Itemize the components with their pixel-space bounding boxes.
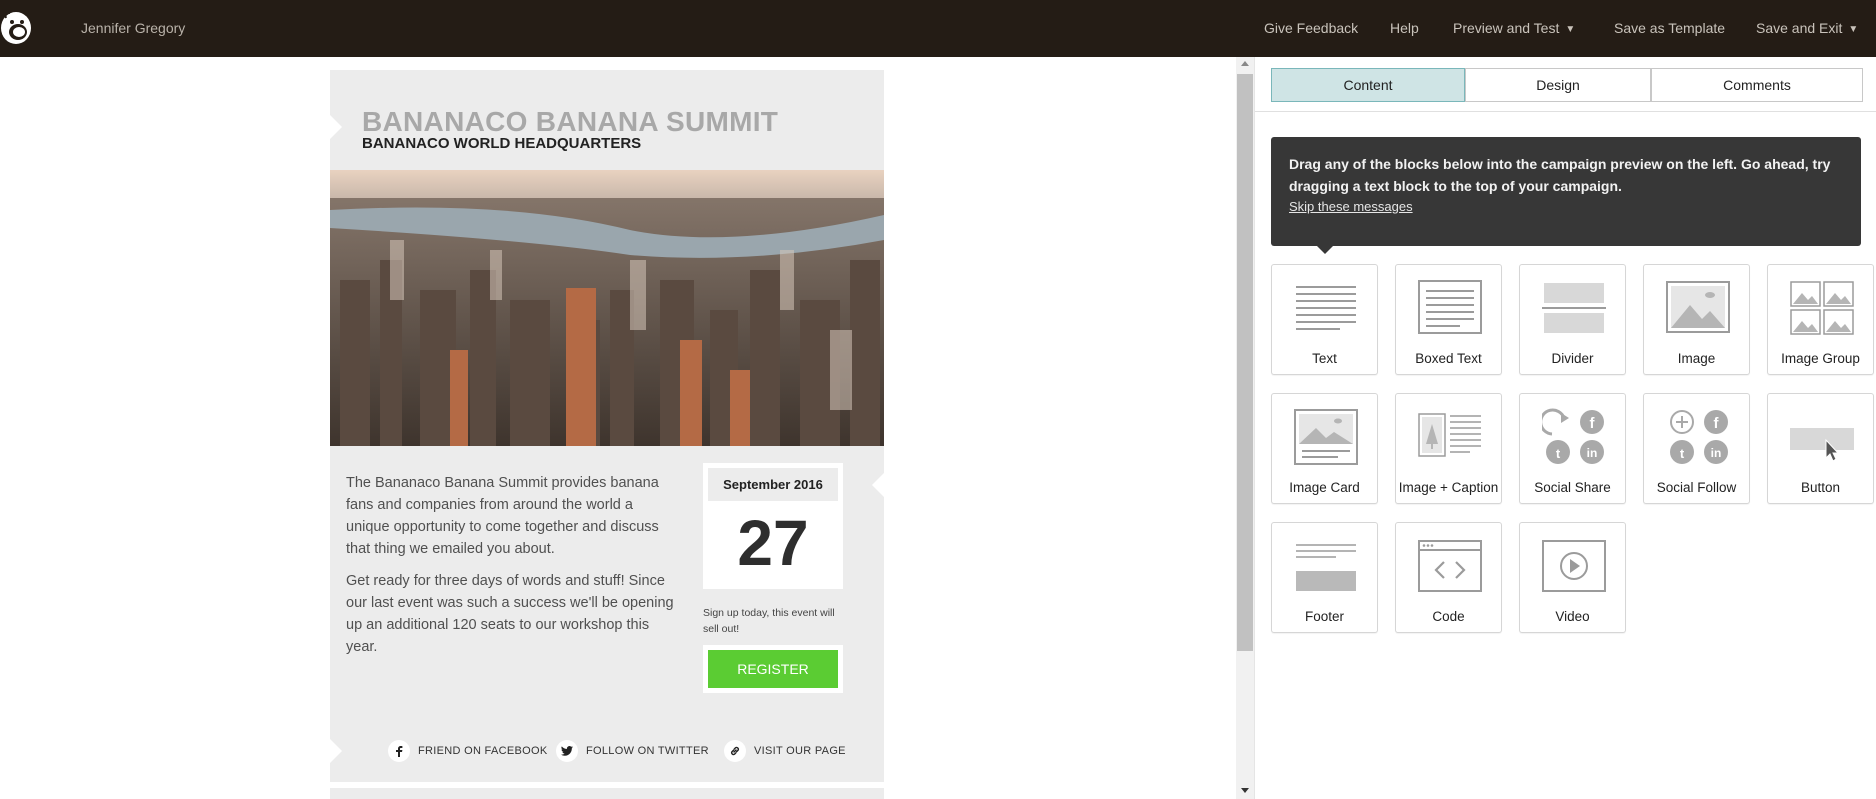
preview-and-test-menu[interactable]: Preview and Test ▼ xyxy=(1453,20,1575,36)
block-social-share[interactable]: f t in Social Share xyxy=(1519,393,1626,504)
date-card[interactable]: September 2016 27 xyxy=(703,463,843,589)
preview-and-test-label: Preview and Test xyxy=(1453,20,1560,36)
tab-content[interactable]: Content xyxy=(1271,68,1465,102)
video-icon xyxy=(1542,537,1606,595)
panel-tabs: Content Design Comments xyxy=(1271,68,1863,102)
facebook-icon xyxy=(388,740,410,762)
block-label: Image xyxy=(1677,351,1716,366)
skip-messages-link[interactable]: Skip these messages xyxy=(1289,199,1413,214)
body-paragraph: Get ready for three days of words and st… xyxy=(346,573,674,655)
block-divider[interactable]: Divider xyxy=(1519,264,1626,375)
block-label: Video xyxy=(1555,609,1590,624)
register-button[interactable]: REGISTER xyxy=(708,650,838,688)
save-and-exit-label: Save and Exit xyxy=(1756,20,1843,36)
block-label: Image + Caption xyxy=(1398,480,1499,495)
scroll-up-arrow-icon[interactable] xyxy=(1241,61,1249,66)
block-label: Social Share xyxy=(1534,480,1611,495)
block-label: Boxed Text xyxy=(1415,351,1482,366)
tip-message: Drag any of the blocks below into the ca… xyxy=(1271,137,1861,254)
scroll-down-arrow-icon[interactable] xyxy=(1241,788,1249,793)
user-name[interactable]: Jennifer Gregory xyxy=(81,20,185,36)
section-notch xyxy=(330,115,342,139)
block-label: Image Group xyxy=(1781,351,1860,366)
image-card-icon xyxy=(1294,408,1358,466)
body-text-block[interactable]: The Bananaco Banana Summit provides bana… xyxy=(346,472,674,668)
email-subtitle[interactable]: BANANACO WORLD HEADQUARTERS xyxy=(362,135,641,152)
code-icon xyxy=(1418,537,1482,595)
scrollbar-thumb[interactable] xyxy=(1237,74,1253,651)
help-link[interactable]: Help xyxy=(1390,20,1419,36)
image-icon xyxy=(1666,279,1730,337)
tab-design[interactable]: Design xyxy=(1465,68,1651,102)
save-as-template-link[interactable]: Save as Template xyxy=(1614,20,1725,36)
body-paragraph: The Bananaco Banana Summit provides bana… xyxy=(346,475,659,557)
social-share-icon: f t in xyxy=(1539,408,1606,466)
twitter-icon xyxy=(556,740,578,762)
block-label: Image Card xyxy=(1289,480,1360,495)
register-button-wrapper: REGISTER xyxy=(703,645,843,693)
campaign-preview: BANANACO BANANA SUMMIT BANANACO WORLD HE… xyxy=(0,57,1236,799)
block-image-card[interactable]: Image Card xyxy=(1271,393,1378,504)
chevron-down-icon: ▼ xyxy=(1848,24,1859,35)
facebook-link[interactable]: FRIEND ON FACEBOOK xyxy=(388,738,547,764)
tip-text: Drag any of the blocks below into the ca… xyxy=(1289,156,1831,194)
visit-page-label: VISIT OUR PAGE xyxy=(754,745,846,757)
date-day: 27 xyxy=(737,507,809,579)
divider-icon xyxy=(1542,279,1606,337)
preview-scrollbar[interactable] xyxy=(1236,57,1254,799)
email-template: BANANACO BANANA SUMMIT BANANACO WORLD HE… xyxy=(330,70,884,799)
svg-text:t: t xyxy=(1556,446,1561,461)
image-caption-icon xyxy=(1418,408,1482,466)
content-panel: Content Design Comments Drag any of the … xyxy=(1254,57,1876,799)
twitter-link-label: FOLLOW ON TWITTER xyxy=(586,745,709,757)
block-image-group[interactable]: Image Group xyxy=(1767,264,1874,375)
block-label: Button xyxy=(1800,480,1841,495)
block-text[interactable]: Text xyxy=(1271,264,1378,375)
button-block-icon xyxy=(1790,408,1854,466)
chevron-down-icon: ▼ xyxy=(1565,24,1576,35)
image-group-icon xyxy=(1790,279,1854,337)
social-follow-icon: f t in xyxy=(1666,408,1730,466)
block-code[interactable]: Code xyxy=(1395,522,1502,633)
block-label: Code xyxy=(1432,609,1465,624)
svg-text:in: in xyxy=(1711,446,1722,460)
tab-comments[interactable]: Comments xyxy=(1651,68,1863,102)
date-month: September 2016 xyxy=(708,468,838,501)
block-label: Footer xyxy=(1304,609,1345,624)
block-label: Social Follow xyxy=(1656,480,1737,495)
top-bar: Jennifer Gregory Give Feedback Help Prev… xyxy=(0,0,1876,57)
block-label: Text xyxy=(1312,351,1337,366)
section-divider xyxy=(330,782,884,788)
block-footer[interactable]: Footer xyxy=(1271,522,1378,633)
email-title[interactable]: BANANACO BANANA SUMMIT xyxy=(362,106,778,138)
footer-icon xyxy=(1294,537,1358,595)
boxed-text-icon xyxy=(1418,279,1482,337)
facebook-link-label: FRIEND ON FACEBOOK xyxy=(418,745,548,757)
signup-note: Sign up today, this event will sell out! xyxy=(703,607,835,635)
svg-text:t: t xyxy=(1680,446,1685,461)
mailchimp-logo-icon[interactable] xyxy=(0,8,36,48)
block-video[interactable]: Video xyxy=(1519,522,1626,633)
social-links-row: FRIEND ON FACEBOOK FOLLOW ON TWITTER VIS… xyxy=(330,738,884,764)
text-block-icon xyxy=(1294,279,1358,337)
block-boxed-text[interactable]: Boxed Text xyxy=(1395,264,1502,375)
block-image-caption[interactable]: Image + Caption xyxy=(1395,393,1502,504)
twitter-link[interactable]: FOLLOW ON TWITTER xyxy=(556,738,709,764)
block-label: Divider xyxy=(1551,351,1594,366)
tip-caret xyxy=(1317,246,1333,254)
save-and-exit-menu[interactable]: Save and Exit ▼ xyxy=(1756,20,1858,36)
link-icon xyxy=(724,740,746,762)
block-button[interactable]: Button xyxy=(1767,393,1874,504)
svg-text:in: in xyxy=(1587,446,1598,460)
hero-city-image[interactable] xyxy=(330,170,884,446)
block-image[interactable]: Image xyxy=(1643,264,1750,375)
tab-divider xyxy=(1255,111,1876,112)
give-feedback-link[interactable]: Give Feedback xyxy=(1264,20,1358,36)
visit-page-link[interactable]: VISIT OUR PAGE xyxy=(724,738,846,764)
block-social-follow[interactable]: f t in Social Follow xyxy=(1643,393,1750,504)
section-notch xyxy=(872,473,884,497)
